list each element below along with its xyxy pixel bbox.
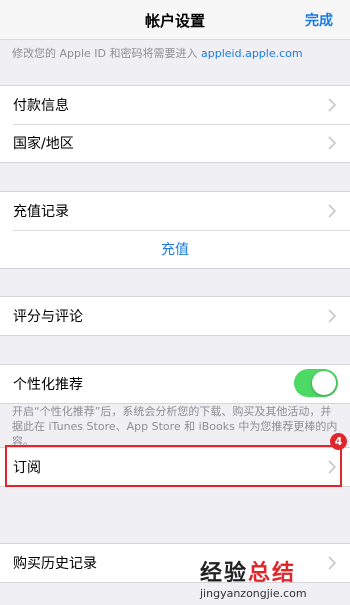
payment-info-label: 付款信息 <box>13 98 69 114</box>
toggle-knob <box>312 371 336 395</box>
ratings-reviews-row[interactable]: 评分与评论 <box>0 297 350 335</box>
watermark-title-b: 总结 <box>248 561 297 586</box>
done-button[interactable]: 完成 <box>305 10 333 30</box>
recharge-button[interactable]: 充值 <box>161 239 189 259</box>
appleid-link[interactable]: appleid.apple.com <box>201 47 303 60</box>
purchase-group: 充值记录 充值 <box>0 191 350 269</box>
watermark-url: jingyanzongjie.com <box>200 587 307 600</box>
apple-id-hint: 修改您的 Apple ID 和密码将需要进入 appleid.apple.com <box>12 45 303 61</box>
purchase-history-label: 购买历史记录 <box>13 556 97 572</box>
navigation-bar: 帐户设置 完成 <box>0 0 350 40</box>
personalized-group: 个性化推荐 <box>0 364 350 404</box>
watermark: 经验总结 jingyanzongjie.com <box>200 555 348 605</box>
recharge-button-row[interactable]: 充值 <box>0 230 350 268</box>
ratings-reviews-label: 评分与评论 <box>13 309 83 325</box>
subscriptions-row[interactable]: 订阅 <box>0 448 350 486</box>
ratings-group: 评分与评论 <box>0 296 350 336</box>
payment-group: 付款信息 国家/地区 <box>0 85 350 163</box>
watermark-title-a: 经验 <box>200 561 249 586</box>
recharge-history-label: 充值记录 <box>13 204 69 220</box>
step-badge: 4 <box>330 433 347 450</box>
watermark-title: 经验总结 <box>200 555 348 587</box>
subscriptions-group: 订阅 <box>0 447 350 487</box>
chevron-right-icon <box>328 309 336 323</box>
chevron-right-icon <box>328 136 336 150</box>
chevron-right-icon <box>328 460 336 474</box>
subscriptions-label: 订阅 <box>13 460 41 476</box>
chevron-right-icon <box>328 98 336 112</box>
page-title: 帐户设置 <box>144 12 205 30</box>
chevron-right-icon <box>328 204 336 218</box>
apple-id-hint-text: 修改您的 Apple ID 和密码将需要进入 <box>12 47 202 60</box>
personalized-recommendations-label: 个性化推荐 <box>13 377 83 393</box>
personalized-recommendations-row: 个性化推荐 <box>0 365 350 403</box>
recharge-history-row[interactable]: 充值记录 <box>0 192 350 230</box>
country-region-label: 国家/地区 <box>13 136 74 152</box>
personalized-footnote: 开启“个性化推荐”后，系统会分析您的下载、购买及其他活动，并据此在 iTunes… <box>12 405 338 448</box>
payment-info-row[interactable]: 付款信息 <box>0 86 350 124</box>
personalized-recommendations-toggle[interactable] <box>294 369 338 397</box>
country-region-row[interactable]: 国家/地区 <box>0 124 350 162</box>
